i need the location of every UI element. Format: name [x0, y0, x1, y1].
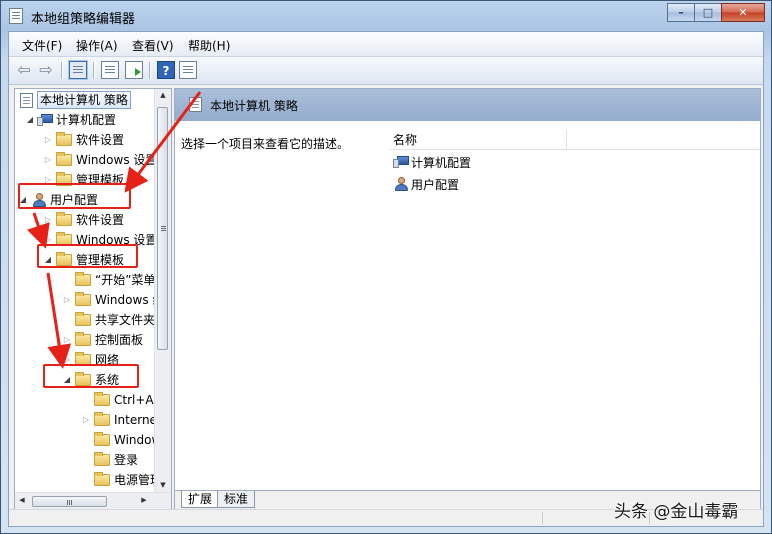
toolbar-separator [149, 62, 150, 79]
status-divider [542, 512, 543, 524]
tree-label: 共享文件夹 [95, 313, 156, 327]
client-area: 文件(F) 操作(A) 查看(V) 帮助(H) ⇦ ⇨ ? 本地计算机 策略 ◢ [8, 31, 764, 527]
title-bar[interactable]: 本地组策略编辑器 – □ ✕ [1, 1, 771, 31]
details-header-title: 本地计算机 策略 [210, 99, 298, 113]
forward-arrow-icon[interactable]: ⇨ [37, 61, 55, 79]
tree-label: 登录 [114, 453, 139, 467]
tree-label: 控制面板 [95, 333, 144, 347]
help-icon[interactable]: ? [157, 61, 175, 79]
folder-icon [56, 172, 72, 186]
folder-icon [75, 312, 91, 326]
properties-icon[interactable] [101, 61, 119, 79]
details-header: 本地计算机 策略 [175, 89, 760, 121]
tree-label: 系统 [95, 373, 120, 387]
tab-standard[interactable]: 标准 [217, 491, 256, 508]
scroll-left-icon[interactable]: ◀ [15, 496, 29, 504]
list-item-label: 用户配置 [411, 178, 460, 192]
tree-label: 管理模板 [76, 173, 125, 187]
close-button[interactable]: ✕ [721, 3, 765, 22]
description-text: 选择一个项目来查看它的描述。 [181, 137, 350, 151]
collapsed-triangle-icon[interactable]: ▷ [81, 411, 91, 429]
folder-icon [75, 332, 91, 346]
expanded-triangle-icon[interactable]: ◢ [18, 191, 28, 209]
menu-action[interactable]: 操作(A) [76, 37, 118, 54]
folder-icon [56, 152, 72, 166]
collapsed-triangle-icon[interactable]: ▷ [62, 331, 72, 349]
scroll-right-icon[interactable]: ▶ [137, 496, 151, 504]
user-icon [393, 177, 409, 192]
folder-icon [94, 432, 110, 446]
app-icon [9, 8, 23, 24]
column-divider[interactable] [566, 129, 567, 149]
tree-label: Windows 设置 [76, 233, 158, 247]
tab-extended[interactable]: 扩展 [181, 491, 220, 508]
folder-icon [94, 472, 110, 486]
user-icon [31, 193, 47, 208]
list-column-header: 名称 [389, 129, 760, 150]
tree-label: 用户配置 [50, 193, 99, 207]
show-hide-tree-icon[interactable] [68, 60, 88, 80]
scroll-thumb[interactable] [157, 107, 168, 350]
scroll-down-icon[interactable]: ▼ [155, 481, 171, 489]
menu-file[interactable]: 文件(F) [22, 37, 62, 54]
folder-icon [75, 292, 91, 306]
window-title: 本地组策略编辑器 [31, 12, 136, 27]
folder-icon [75, 372, 91, 386]
watermark: 头条 @金山毒霸 [614, 502, 739, 522]
column-name[interactable]: 名称 [393, 131, 417, 148]
computer-icon [393, 155, 409, 169]
scroll-up-icon[interactable]: ▲ [155, 91, 171, 99]
tree-label: 计算机配置 [56, 113, 117, 127]
expanded-triangle-icon[interactable]: ◢ [25, 111, 35, 129]
policy-document-icon [189, 97, 202, 112]
grip-icon [67, 500, 68, 505]
menu-bar: 文件(F) 操作(A) 查看(V) 帮助(H) [9, 32, 763, 57]
folder-icon [94, 392, 110, 406]
description-area: 选择一个项目来查看它的描述。 [175, 121, 385, 493]
details-pane: 本地计算机 策略 选择一个项目来查看它的描述。 名称 计算机配置 用户配置 扩展… [174, 88, 761, 512]
minimize-button[interactable]: – [667, 3, 695, 22]
back-arrow-icon[interactable]: ⇦ [15, 61, 33, 79]
policy-document-icon [20, 93, 33, 108]
tree-pane[interactable]: 本地计算机 策略 ◢ 计算机配置 ▷ 软件设置 ▷ Windows 设置 ▷ 管… [14, 88, 172, 512]
tree-label: 管理模板 [76, 253, 125, 267]
tree-vertical-scrollbar[interactable]: ▲ ▼ [154, 89, 171, 493]
window-controls: – □ ✕ [667, 3, 765, 23]
expanded-triangle-icon[interactable]: ◢ [62, 371, 72, 389]
collapsed-triangle-icon[interactable]: ▷ [62, 351, 72, 369]
folder-icon [56, 212, 72, 226]
collapsed-triangle-icon[interactable]: ▷ [43, 211, 53, 229]
toolbar-separator [61, 62, 62, 79]
menu-view[interactable]: 查看(V) [132, 37, 174, 54]
tree-label: 软件设置 [76, 133, 125, 147]
computer-icon [37, 113, 53, 127]
collapsed-triangle-icon[interactable]: ▷ [43, 171, 53, 189]
gpedit-window: 本地组策略编辑器 – □ ✕ 文件(F) 操作(A) 查看(V) 帮助(H) ⇦… [0, 0, 772, 534]
scroll-thumb[interactable] [32, 496, 107, 507]
collapsed-triangle-icon[interactable]: ▷ [43, 131, 53, 149]
export-list-icon[interactable] [125, 61, 143, 79]
collapsed-triangle-icon[interactable]: ▷ [62, 291, 72, 309]
folder-icon [94, 452, 110, 466]
tree-label: Windows 设置 [76, 153, 158, 167]
grip-icon [161, 226, 166, 227]
folder-icon [56, 132, 72, 146]
tree-label: 网络 [95, 353, 120, 367]
collapsed-triangle-icon[interactable]: ▷ [43, 151, 53, 169]
filter-icon[interactable] [179, 61, 197, 79]
list-item-label: 计算机配置 [411, 156, 472, 170]
folder-icon [75, 352, 91, 366]
tree-label: 本地计算机 策略 [37, 91, 131, 109]
menu-help[interactable]: 帮助(H) [188, 37, 230, 54]
toolbar: ⇦ ⇨ ? [9, 57, 763, 85]
folder-icon [56, 232, 72, 246]
maximize-button[interactable]: □ [694, 3, 722, 22]
collapsed-triangle-icon[interactable]: ▷ [43, 231, 53, 249]
folder-icon [94, 412, 110, 426]
toolbar-separator [93, 62, 94, 79]
folder-icon [56, 252, 72, 266]
folder-icon [75, 272, 91, 286]
tree-label: 软件设置 [76, 213, 125, 227]
expanded-triangle-icon[interactable]: ◢ [43, 251, 53, 269]
